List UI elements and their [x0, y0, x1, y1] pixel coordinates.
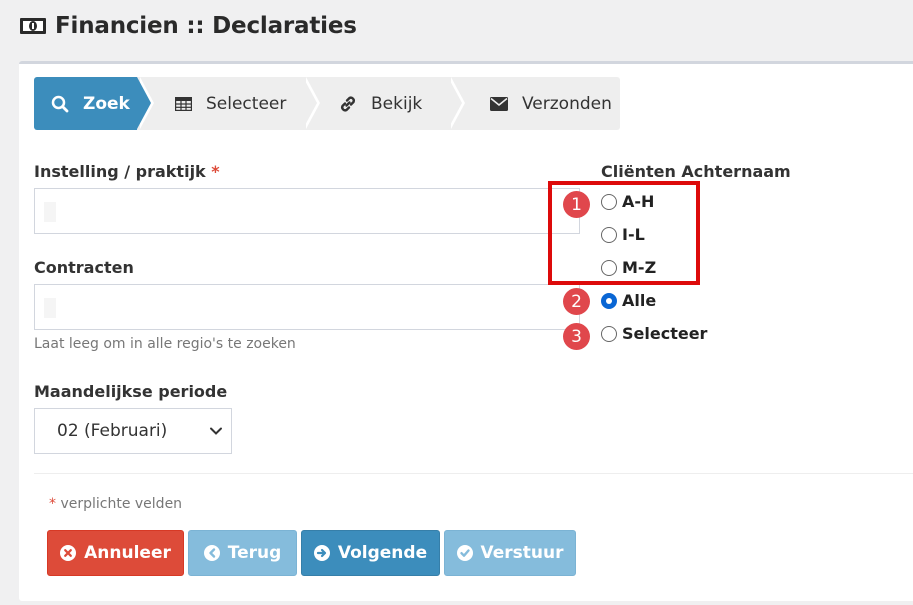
radio-option-alle[interactable]: Alle	[601, 291, 656, 310]
annotation-badge-2: 2	[563, 288, 590, 315]
main-card: Zoek Selecteer Bekijk Verzonden Instelli…	[19, 61, 913, 601]
link-icon	[341, 96, 355, 111]
institution-label-text: Instelling / praktijk	[34, 162, 206, 181]
required-note-text: verplichte velden	[60, 496, 183, 512]
step-verzonden[interactable]: Verzonden	[448, 77, 620, 130]
step-label: Zoek	[83, 93, 130, 114]
radio-option-selecteer[interactable]: Selecteer	[601, 324, 707, 343]
period-value: 02 (Februari)	[57, 421, 168, 441]
wizard-steps: Zoek Selecteer Bekijk Verzonden	[34, 77, 620, 130]
send-button[interactable]: Verstuur	[444, 530, 576, 576]
contracts-input[interactable]	[34, 284, 580, 330]
period-select[interactable]: 02 (Februari)	[34, 408, 232, 454]
step-label: Verzonden	[522, 93, 612, 114]
radio-button[interactable]	[601, 325, 617, 342]
chevron-down-icon	[210, 427, 222, 435]
institution-input[interactable]	[34, 188, 580, 234]
radio-label: Selecteer	[622, 324, 708, 343]
period-label: Maandelijkse periode	[34, 382, 228, 401]
search-icon	[51, 95, 69, 112]
envelope-icon	[490, 96, 508, 111]
input-placeholder-block	[44, 202, 56, 222]
table-icon	[175, 96, 192, 111]
divider	[34, 473, 913, 474]
cancel-button-label: Annuleer	[84, 543, 171, 563]
page-title: Financien :: Declaraties	[55, 13, 357, 39]
annotation-badge-3: 3	[563, 323, 590, 350]
required-star: *	[211, 162, 220, 181]
radio-label: Alle	[622, 291, 657, 310]
next-button-label: Volgende	[337, 543, 428, 563]
check-circle-icon	[456, 545, 473, 561]
back-button[interactable]: Terug	[188, 530, 297, 576]
arrow-circle-right-icon	[313, 545, 330, 561]
step-label: Bekijk	[371, 93, 423, 114]
back-button-label: Terug	[227, 543, 282, 563]
money-bill-icon	[20, 18, 46, 34]
required-fields-note: * verplichte velden	[49, 496, 182, 512]
page-header: Financien :: Declaraties	[19, 13, 357, 39]
contracts-label: Contracten	[34, 258, 134, 277]
institution-label: Instelling / praktijk *	[34, 162, 220, 181]
step-label: Selecteer	[206, 93, 287, 114]
next-button[interactable]: Volgende	[301, 530, 440, 576]
required-star: *	[49, 496, 56, 512]
step-zoek[interactable]: Zoek	[34, 77, 154, 130]
input-placeholder-block	[44, 298, 56, 318]
cancel-button[interactable]: Annuleer	[47, 530, 184, 576]
step-selecteer[interactable]: Selecteer	[137, 77, 320, 130]
annotation-badge-1: 1	[563, 191, 590, 218]
contracts-help-text: Laat leeg om in alle regio's te zoeken	[34, 336, 296, 352]
send-button-label: Verstuur	[480, 543, 564, 563]
arrow-circle-left-icon	[203, 545, 220, 561]
radio-button-checked[interactable]	[601, 292, 617, 309]
times-circle-icon	[60, 545, 77, 561]
client-surname-label: Cliënten Achternaam	[601, 162, 791, 181]
step-bekijk[interactable]: Bekijk	[303, 77, 465, 130]
